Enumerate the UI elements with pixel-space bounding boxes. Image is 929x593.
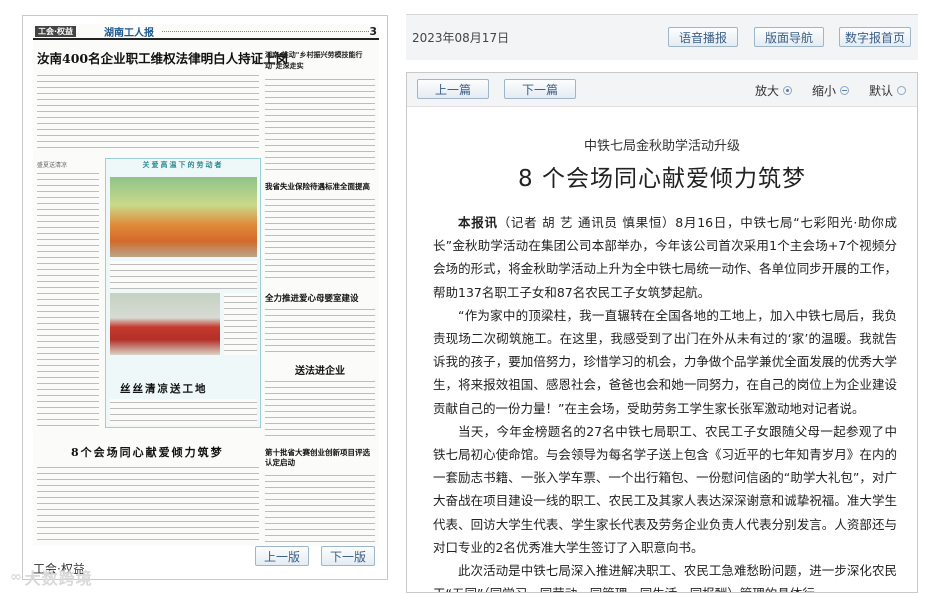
mini-feature-headline: 丝丝清凉送工地 <box>120 383 208 395</box>
default-size-icon <box>897 86 907 95</box>
mini-text-block <box>110 399 257 425</box>
article-toolbar: 上一篇 下一篇 放大 缩小 默认 <box>407 73 917 107</box>
mini-text-block <box>37 72 259 152</box>
mini-headline[interactable]: 第十批省大赛创业创新项目评选认定启动 <box>265 448 377 468</box>
mini-text-block <box>265 306 375 354</box>
mini-text-block <box>265 472 375 544</box>
mini-text-block <box>37 170 99 428</box>
mini-masthead: 湖南工人报 <box>104 27 155 39</box>
article-kicker: 中铁七局金秋助学活动升级 <box>583 139 740 154</box>
paragraph-text: （记者 胡 艺 通讯员 慎果恒）8月16日，中铁七局“七彩阳光·助你成长”金秋助… <box>433 215 897 300</box>
page-navigation-button[interactable]: 版面导航 <box>754 27 824 47</box>
mini-section-tag: 工会·权益 <box>35 25 77 37</box>
watermark-text: 大数跨境 <box>24 569 93 588</box>
mini-right-headline[interactable]: 湖南:推动"乡村振兴劳模技能行动"走深走实 <box>265 50 375 72</box>
article-panel: 上一篇 下一篇 放大 缩小 默认 中铁七局金秋助学活动升级 8 个会场同心献爱倾… <box>406 72 918 593</box>
issue-date: 2023年08月17日 <box>412 31 510 45</box>
newspaper-page-thumbnail[interactable]: 工会·权益 湖南工人报 3 汝南400名企业职工维权法律明白人持证上岗 湖南:推… <box>33 24 379 546</box>
audio-broadcast-button[interactable]: 语音播报 <box>668 27 738 47</box>
next-article-button[interactable]: 下一篇 <box>504 79 576 99</box>
mini-headline[interactable]: 我省失业保险待遇标准全面提高 <box>265 182 377 192</box>
mini-feature-box[interactable]: 关爱高温下的劳动者 丝丝清凉送工地 <box>105 158 261 428</box>
mini-headline[interactable]: 送法进企业 <box>295 362 345 377</box>
digital-home-button[interactable]: 数字报首页 <box>839 27 911 47</box>
mini-text-block <box>265 378 375 438</box>
prev-article-button[interactable]: 上一篇 <box>417 79 489 99</box>
prev-page-button[interactable]: 上一版 <box>255 546 309 566</box>
mini-text-block <box>265 76 375 174</box>
article-paragraph: 此次活动是中铁七局深入推进解决职工、农民工急难愁盼问题，进一步深化农民工“五同”… <box>433 563 897 592</box>
mini-page-number: 3 <box>369 24 377 38</box>
zoom-out-label: 缩小 <box>812 84 837 98</box>
mini-small-label: 盛夏送清凉 <box>37 162 68 169</box>
zoom-in-label: 放大 <box>755 84 780 98</box>
top-toolbar: 2023年08月17日 语音播报 版面导航 数字报首页 <box>406 14 918 60</box>
mini-main-headline[interactable]: 汝南400名企业职工维权法律明白人持证上岗 <box>37 50 288 68</box>
article-body: 本报讯（记者 胡 艺 通讯员 慎果恒）8月16日，中铁七局“七彩阳光·助你成长”… <box>433 211 897 592</box>
page-preview-panel: 工会·权益 湖南工人报 3 汝南400名企业职工维权法律明白人持证上岗 湖南:推… <box>22 15 388 580</box>
mini-photo-workers <box>110 177 257 257</box>
zoom-out-option[interactable]: 缩小 <box>812 82 850 99</box>
mini-text-block <box>265 196 375 278</box>
article-title: 8 个会场同心献爱倾力筑梦 <box>518 166 806 192</box>
mini-headline[interactable]: 8个会场同心献爱倾力筑梦 <box>71 444 224 460</box>
zoom-in-option[interactable]: 放大 <box>755 82 793 99</box>
mini-text-block <box>37 464 259 544</box>
article-paragraph: 本报讯（记者 胡 艺 通讯员 慎果恒）8月16日，中铁七局“七彩阳光·助你成长”… <box>433 211 897 304</box>
watermark: ∞ 大数跨境 <box>10 565 93 589</box>
mini-text-block <box>110 261 257 289</box>
zoom-in-icon <box>783 86 793 95</box>
default-size-label: 默认 <box>869 84 894 98</box>
zoom-out-icon <box>840 86 850 95</box>
mini-headline[interactable]: 全力推进爱心母婴室建设 <box>265 292 359 304</box>
mini-feature-title: 关爱高温下的劳动者 <box>142 161 224 169</box>
next-page-button[interactable]: 下一版 <box>321 546 375 566</box>
mini-text-block <box>224 293 257 355</box>
watermark-logo-icon: ∞ <box>10 569 23 585</box>
mini-header-rule <box>162 30 370 32</box>
default-size-option[interactable]: 默认 <box>869 82 907 99</box>
article-paragraph: 当天，今年金榜题名的27名中铁七局职工、农民工子女跟随父母一起参观了中铁七局初心… <box>433 423 897 555</box>
mini-page-header: 工会·权益 湖南工人报 3 <box>33 24 379 40</box>
article-paragraph: “作为家中的顶梁柱，我一直辗转在全国各地的工地上，加入中铁七局后，我负责现场二次… <box>433 307 897 416</box>
lead-tag: 本报讯 <box>458 215 498 230</box>
mini-photo-group <box>110 293 220 355</box>
